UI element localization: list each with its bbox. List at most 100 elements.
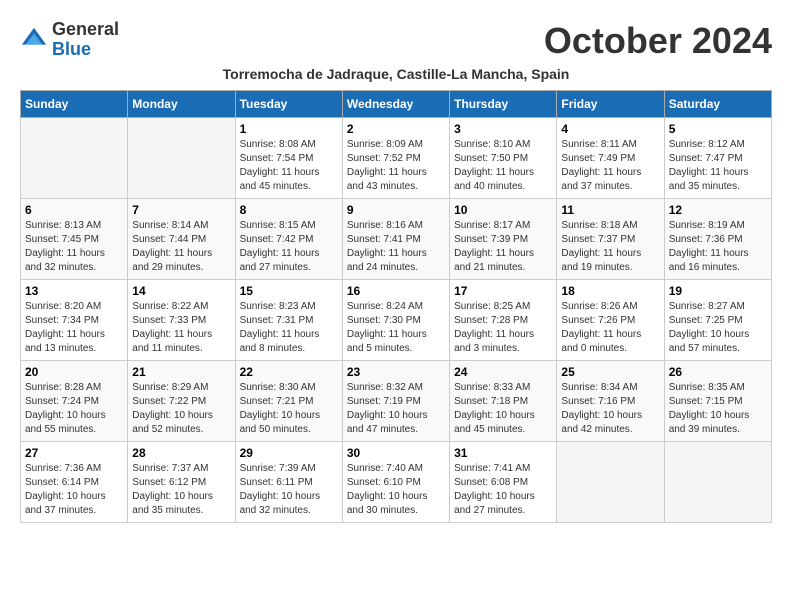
- calendar-cell: 15Sunrise: 8:23 AM Sunset: 7:31 PM Dayli…: [235, 280, 342, 361]
- calendar-cell: 23 Sunrise: 8:32 AM Sunset: 7:19 PM Dayli…: [342, 361, 449, 442]
- calendar-cell: 29Sunrise: 7:39 AM Sunset: 6:11 PM Dayli…: [235, 442, 342, 523]
- calendar-cell: 1Sunrise: 8:08 AM Sunset: 7:54 PM Daylig…: [235, 118, 342, 199]
- day-info: Sunrise: 8:28 AM Sunset: 7:24 PM Dayligh…: [25, 381, 123, 437]
- calendar-cell: 7Sunrise: 8:14 AM Sunset: 7:44 PM Daylig…: [128, 199, 235, 280]
- day-number: 23: [347, 365, 445, 379]
- weekday-header-row: SundayMondayTuesdayWednesdayThursdayFrid…: [21, 91, 772, 118]
- day-number: 26: [669, 365, 767, 379]
- header: General Blue October 2024: [20, 20, 772, 62]
- day-number: 3: [454, 122, 552, 136]
- day-info: Sunrise: 8:30 AM Sunset: 7:21 PM Dayligh…: [240, 381, 338, 437]
- calendar-cell: 11Sunrise: 8:18 AM Sunset: 7:37 PM Dayli…: [557, 199, 664, 280]
- day-info: Sunrise: 8:17 AM Sunset: 7:39 PM Dayligh…: [454, 219, 552, 275]
- day-number: 8: [240, 203, 338, 217]
- month-title: October 2024: [544, 20, 772, 62]
- calendar-cell: 25 Sunrise: 8:34 AM Sunset: 7:16 PM Dayli…: [557, 361, 664, 442]
- calendar-cell: 30Sunrise: 7:40 AM Sunset: 6:10 PM Dayli…: [342, 442, 449, 523]
- day-info: Sunrise: 8:27 AM Sunset: 7:25 PM Dayligh…: [669, 300, 767, 356]
- day-info: Sunrise: 8:16 AM Sunset: 7:41 PM Dayligh…: [347, 219, 445, 275]
- day-number: 22: [240, 365, 338, 379]
- day-info: Sunrise: 8:18 AM Sunset: 7:37 PM Dayligh…: [561, 219, 659, 275]
- day-info: Sunrise: 8:25 AM Sunset: 7:28 PM Dayligh…: [454, 300, 552, 356]
- day-info: Sunrise: 7:39 AM Sunset: 6:11 PM Dayligh…: [240, 462, 338, 518]
- day-info: Sunrise: 7:41 AM Sunset: 6:08 PM Dayligh…: [454, 462, 552, 518]
- weekday-header-saturday: Saturday: [664, 91, 771, 118]
- calendar-cell: 21 Sunrise: 8:29 AM Sunset: 7:22 PM Dayli…: [128, 361, 235, 442]
- calendar-cell: 2 Sunrise: 8:09 AM Sunset: 7:52 PM Daylig…: [342, 118, 449, 199]
- day-number: 14: [132, 284, 230, 298]
- weekday-header-friday: Friday: [557, 91, 664, 118]
- calendar-week-row: 13 Sunrise: 8:20 AM Sunset: 7:34 PM Dayli…: [21, 280, 772, 361]
- calendar-table: SundayMondayTuesdayWednesdayThursdayFrid…: [20, 90, 772, 523]
- calendar-cell: 10Sunrise: 8:17 AM Sunset: 7:39 PM Dayli…: [450, 199, 557, 280]
- calendar-cell: 22 Sunrise: 8:30 AM Sunset: 7:21 PM Dayli…: [235, 361, 342, 442]
- weekday-header-sunday: Sunday: [21, 91, 128, 118]
- calendar-cell: 6 Sunrise: 8:13 AM Sunset: 7:45 PM Daylig…: [21, 199, 128, 280]
- calendar-cell: 3Sunrise: 8:10 AM Sunset: 7:50 PM Daylig…: [450, 118, 557, 199]
- calendar-cell: 20 Sunrise: 8:28 AM Sunset: 7:24 PM Dayli…: [21, 361, 128, 442]
- title-section: October 2024: [544, 20, 772, 62]
- day-number: 9: [347, 203, 445, 217]
- calendar-cell: 19 Sunrise: 8:27 AM Sunset: 7:25 PM Dayli…: [664, 280, 771, 361]
- day-number: 2: [347, 122, 445, 136]
- day-number: 17: [454, 284, 552, 298]
- weekday-header-wednesday: Wednesday: [342, 91, 449, 118]
- day-info: Sunrise: 8:08 AM Sunset: 7:54 PM Dayligh…: [240, 138, 338, 194]
- calendar-cell: [21, 118, 128, 199]
- calendar-cell: 16 Sunrise: 8:24 AM Sunset: 7:30 PM Dayli…: [342, 280, 449, 361]
- calendar-cell: 9 Sunrise: 8:16 AM Sunset: 7:41 PM Daylig…: [342, 199, 449, 280]
- day-info: Sunrise: 8:19 AM Sunset: 7:36 PM Dayligh…: [669, 219, 767, 275]
- day-info: Sunrise: 8:09 AM Sunset: 7:52 PM Dayligh…: [347, 138, 445, 194]
- day-info: Sunrise: 8:35 AM Sunset: 7:15 PM Dayligh…: [669, 381, 767, 437]
- logo-icon: [20, 26, 48, 54]
- calendar-cell: 31 Sunrise: 7:41 AM Sunset: 6:08 PM Dayli…: [450, 442, 557, 523]
- calendar-week-row: 6 Sunrise: 8:13 AM Sunset: 7:45 PM Daylig…: [21, 199, 772, 280]
- logo-general-text: General: [52, 19, 119, 39]
- day-number: 19: [669, 284, 767, 298]
- day-info: Sunrise: 8:23 AM Sunset: 7:31 PM Dayligh…: [240, 300, 338, 356]
- day-number: 16: [347, 284, 445, 298]
- day-number: 24: [454, 365, 552, 379]
- day-number: 27: [25, 446, 123, 460]
- day-number: 25: [561, 365, 659, 379]
- calendar-week-row: 27Sunrise: 7:36 AM Sunset: 6:14 PM Dayli…: [21, 442, 772, 523]
- calendar-cell: 27Sunrise: 7:36 AM Sunset: 6:14 PM Dayli…: [21, 442, 128, 523]
- day-info: Sunrise: 7:37 AM Sunset: 6:12 PM Dayligh…: [132, 462, 230, 518]
- weekday-header-thursday: Thursday: [450, 91, 557, 118]
- day-number: 6: [25, 203, 123, 217]
- day-number: 28: [132, 446, 230, 460]
- day-info: Sunrise: 8:22 AM Sunset: 7:33 PM Dayligh…: [132, 300, 230, 356]
- day-info: Sunrise: 8:12 AM Sunset: 7:47 PM Dayligh…: [669, 138, 767, 194]
- calendar-cell: [557, 442, 664, 523]
- calendar-week-row: 1Sunrise: 8:08 AM Sunset: 7:54 PM Daylig…: [21, 118, 772, 199]
- weekday-header-monday: Monday: [128, 91, 235, 118]
- day-number: 12: [669, 203, 767, 217]
- day-info: Sunrise: 8:13 AM Sunset: 7:45 PM Dayligh…: [25, 219, 123, 275]
- calendar-cell: 13 Sunrise: 8:20 AM Sunset: 7:34 PM Dayli…: [21, 280, 128, 361]
- day-info: Sunrise: 8:20 AM Sunset: 7:34 PM Dayligh…: [25, 300, 123, 356]
- day-info: Sunrise: 7:40 AM Sunset: 6:10 PM Dayligh…: [347, 462, 445, 518]
- day-info: Sunrise: 8:26 AM Sunset: 7:26 PM Dayligh…: [561, 300, 659, 356]
- logo-blue-text: Blue: [52, 39, 91, 59]
- day-info: Sunrise: 8:15 AM Sunset: 7:42 PM Dayligh…: [240, 219, 338, 275]
- day-info: Sunrise: 8:32 AM Sunset: 7:19 PM Dayligh…: [347, 381, 445, 437]
- day-number: 13: [25, 284, 123, 298]
- calendar-cell: 28 Sunrise: 7:37 AM Sunset: 6:12 PM Dayli…: [128, 442, 235, 523]
- calendar-cell: [664, 442, 771, 523]
- day-number: 31: [454, 446, 552, 460]
- calendar-cell: 8 Sunrise: 8:15 AM Sunset: 7:42 PM Daylig…: [235, 199, 342, 280]
- day-info: Sunrise: 8:34 AM Sunset: 7:16 PM Dayligh…: [561, 381, 659, 437]
- calendar-cell: [128, 118, 235, 199]
- day-number: 20: [25, 365, 123, 379]
- calendar-cell: 14 Sunrise: 8:22 AM Sunset: 7:33 PM Dayli…: [128, 280, 235, 361]
- day-number: 21: [132, 365, 230, 379]
- day-info: Sunrise: 8:29 AM Sunset: 7:22 PM Dayligh…: [132, 381, 230, 437]
- calendar-cell: 4Sunrise: 8:11 AM Sunset: 7:49 PM Daylig…: [557, 118, 664, 199]
- day-info: Sunrise: 8:33 AM Sunset: 7:18 PM Dayligh…: [454, 381, 552, 437]
- logo: General Blue: [20, 20, 119, 60]
- day-info: Sunrise: 8:24 AM Sunset: 7:30 PM Dayligh…: [347, 300, 445, 356]
- day-number: 4: [561, 122, 659, 136]
- calendar-week-row: 20 Sunrise: 8:28 AM Sunset: 7:24 PM Dayli…: [21, 361, 772, 442]
- calendar-cell: 24 Sunrise: 8:33 AM Sunset: 7:18 PM Dayli…: [450, 361, 557, 442]
- calendar-cell: 18Sunrise: 8:26 AM Sunset: 7:26 PM Dayli…: [557, 280, 664, 361]
